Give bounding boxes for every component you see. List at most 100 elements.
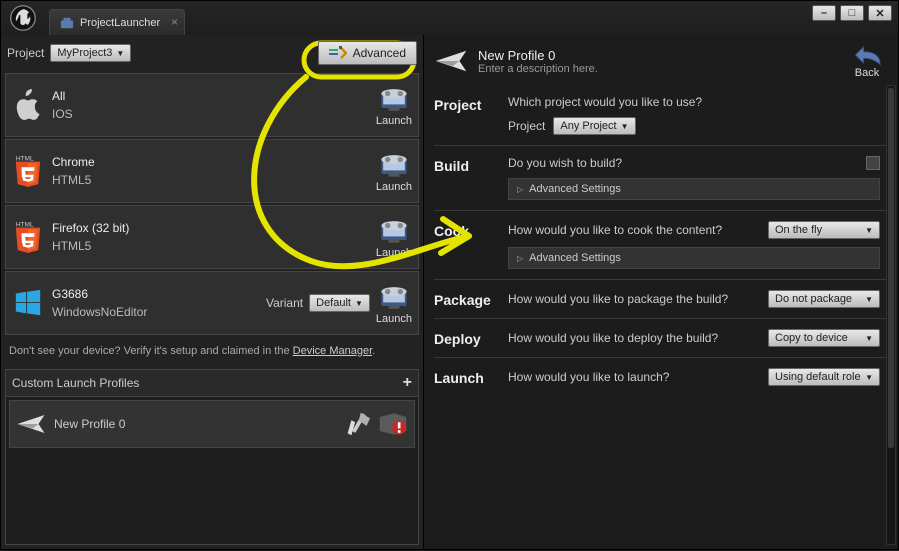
project-select-value: MyProject3 xyxy=(57,47,112,59)
device-help-prefix: Don't see your device? Verify it's setup… xyxy=(9,345,293,357)
device-title: G3686 xyxy=(52,287,147,301)
section-label: Cook xyxy=(434,221,502,269)
scrollbar[interactable] xyxy=(886,85,896,545)
profile-row[interactable]: New Profile 0 xyxy=(9,400,415,448)
section-launch: Launch How would you like to launch? Usi… xyxy=(434,357,890,390)
edit-profile-icon[interactable] xyxy=(342,409,372,439)
profile-desc-label[interactable]: Enter a description here. xyxy=(478,63,598,75)
deploy-dropdown[interactable]: Copy to device ▼ xyxy=(768,329,880,347)
cook-dropdown-value: On the fly xyxy=(775,224,822,236)
launch-label: Launch xyxy=(376,115,412,127)
window-maximize-button[interactable]: □ xyxy=(840,5,864,21)
project-dropdown-value: Any Project xyxy=(560,120,616,132)
device-title: Chrome xyxy=(52,155,95,169)
launch-button[interactable]: Launch xyxy=(376,216,412,259)
section-package: Package How would you like to package th… xyxy=(434,279,890,318)
profile-name: New Profile 0 xyxy=(54,417,125,431)
launch-dropdown[interactable]: Using default role ▼ xyxy=(768,368,880,386)
device-sub: WindowsNoEditor xyxy=(52,305,147,319)
device-help-text: Don't see your device? Verify it's setup… xyxy=(5,339,419,365)
device-list: All IOS Launch HTML xyxy=(5,73,419,335)
variant-select[interactable]: Default ▼ xyxy=(309,294,370,312)
device-row[interactable]: HTML Chrome HTML5 Launch xyxy=(5,139,419,203)
launch-icon xyxy=(376,216,412,246)
back-arrow-icon xyxy=(852,43,882,67)
section-project: Project Which project would you like to … xyxy=(434,85,890,145)
launch-label: Launch xyxy=(376,313,412,325)
back-label: Back xyxy=(855,67,879,79)
section-question: How would you like to launch? xyxy=(508,370,669,384)
variant-label: Variant xyxy=(266,296,303,310)
html5-icon: HTML xyxy=(12,155,44,187)
launch-label: Launch xyxy=(376,247,412,259)
caret-down-icon: ▼ xyxy=(865,334,873,343)
package-dropdown-value: Do not package xyxy=(775,293,852,305)
profile-error-icon[interactable] xyxy=(378,411,408,437)
device-manager-link[interactable]: Device Manager xyxy=(293,345,373,357)
section-question: Which project would you like to use? xyxy=(508,95,880,109)
window-close-button[interactable]: ✕ xyxy=(868,5,892,21)
package-dropdown[interactable]: Do not package ▼ xyxy=(768,290,880,308)
launch-button[interactable]: Launch xyxy=(376,84,412,127)
scrollbar-thumb[interactable] xyxy=(888,88,894,448)
window-minimize-button[interactable]: – xyxy=(812,5,836,21)
tab-projectlauncher-icon xyxy=(60,16,74,30)
device-help-suffix: . xyxy=(372,345,375,357)
section-cook: Cook How would you like to cook the cont… xyxy=(434,210,890,279)
launch-icon xyxy=(376,150,412,180)
caret-down-icon: ▼ xyxy=(865,373,873,382)
build-checkbox[interactable] xyxy=(866,156,880,170)
left-panel: Project MyProject3 ▼ Advanced Al xyxy=(1,35,424,549)
project-field-label: Project xyxy=(508,119,545,133)
launch-icon xyxy=(376,282,412,312)
project-label: Project xyxy=(7,46,44,60)
tab-projectlauncher[interactable]: ProjectLauncher × xyxy=(49,9,185,35)
device-sub: IOS xyxy=(52,107,73,121)
expand-icon: ▷ xyxy=(517,254,523,263)
paper-plane-icon xyxy=(16,413,46,435)
profiles-header-label: Custom Launch Profiles xyxy=(12,376,139,390)
project-select[interactable]: MyProject3 ▼ xyxy=(50,44,131,62)
section-label: Package xyxy=(434,290,502,308)
expand-icon: ▷ xyxy=(517,185,523,194)
section-label: Build xyxy=(434,156,502,200)
launch-icon xyxy=(376,84,412,114)
html5-icon: HTML xyxy=(12,221,44,253)
launch-dropdown-value: Using default role xyxy=(775,371,861,383)
launch-label: Launch xyxy=(376,181,412,193)
launch-button[interactable]: Launch xyxy=(376,282,412,325)
advanced-label: Advanced xyxy=(353,46,406,60)
section-label: Project xyxy=(434,95,502,135)
device-row[interactable]: G3686 WindowsNoEditor Variant Default ▼ … xyxy=(5,271,419,335)
add-profile-button[interactable]: + xyxy=(403,374,412,392)
unreal-logo-icon xyxy=(9,4,37,32)
tab-title: ProjectLauncher xyxy=(80,17,160,29)
device-title: Firefox (32 bit) xyxy=(52,221,129,235)
cook-advanced-settings[interactable]: ▷ Advanced Settings xyxy=(508,247,880,269)
launch-button[interactable]: Launch xyxy=(376,150,412,193)
advanced-settings-label: Advanced Settings xyxy=(529,252,621,264)
profile-name-label[interactable]: New Profile 0 xyxy=(478,48,598,63)
caret-down-icon: ▼ xyxy=(865,226,873,235)
caret-down-icon: ▼ xyxy=(116,49,124,58)
section-question: How would you like to deploy the build? xyxy=(508,331,718,345)
project-dropdown[interactable]: Any Project ▼ xyxy=(553,117,635,135)
advanced-button[interactable]: Advanced xyxy=(318,41,417,65)
section-question: How would you like to cook the content? xyxy=(508,223,722,237)
apple-icon xyxy=(12,89,44,121)
device-sub: HTML5 xyxy=(52,239,129,253)
section-question: Do you wish to build? xyxy=(508,156,622,170)
device-sub: HTML5 xyxy=(52,173,95,187)
section-deploy: Deploy How would you like to deploy the … xyxy=(434,318,890,357)
caret-down-icon: ▼ xyxy=(865,295,873,304)
cook-dropdown[interactable]: On the fly ▼ xyxy=(768,221,880,239)
tab-close-icon[interactable]: × xyxy=(171,15,178,29)
windows-icon xyxy=(12,287,44,319)
paper-plane-icon xyxy=(434,47,468,75)
device-title: All xyxy=(52,89,73,103)
device-row[interactable]: HTML Firefox (32 bit) HTML5 Launch xyxy=(5,205,419,269)
device-row[interactable]: All IOS Launch xyxy=(5,73,419,137)
build-advanced-settings[interactable]: ▷ Advanced Settings xyxy=(508,178,880,200)
caret-down-icon: ▼ xyxy=(355,299,363,308)
back-button[interactable]: Back xyxy=(852,43,890,79)
